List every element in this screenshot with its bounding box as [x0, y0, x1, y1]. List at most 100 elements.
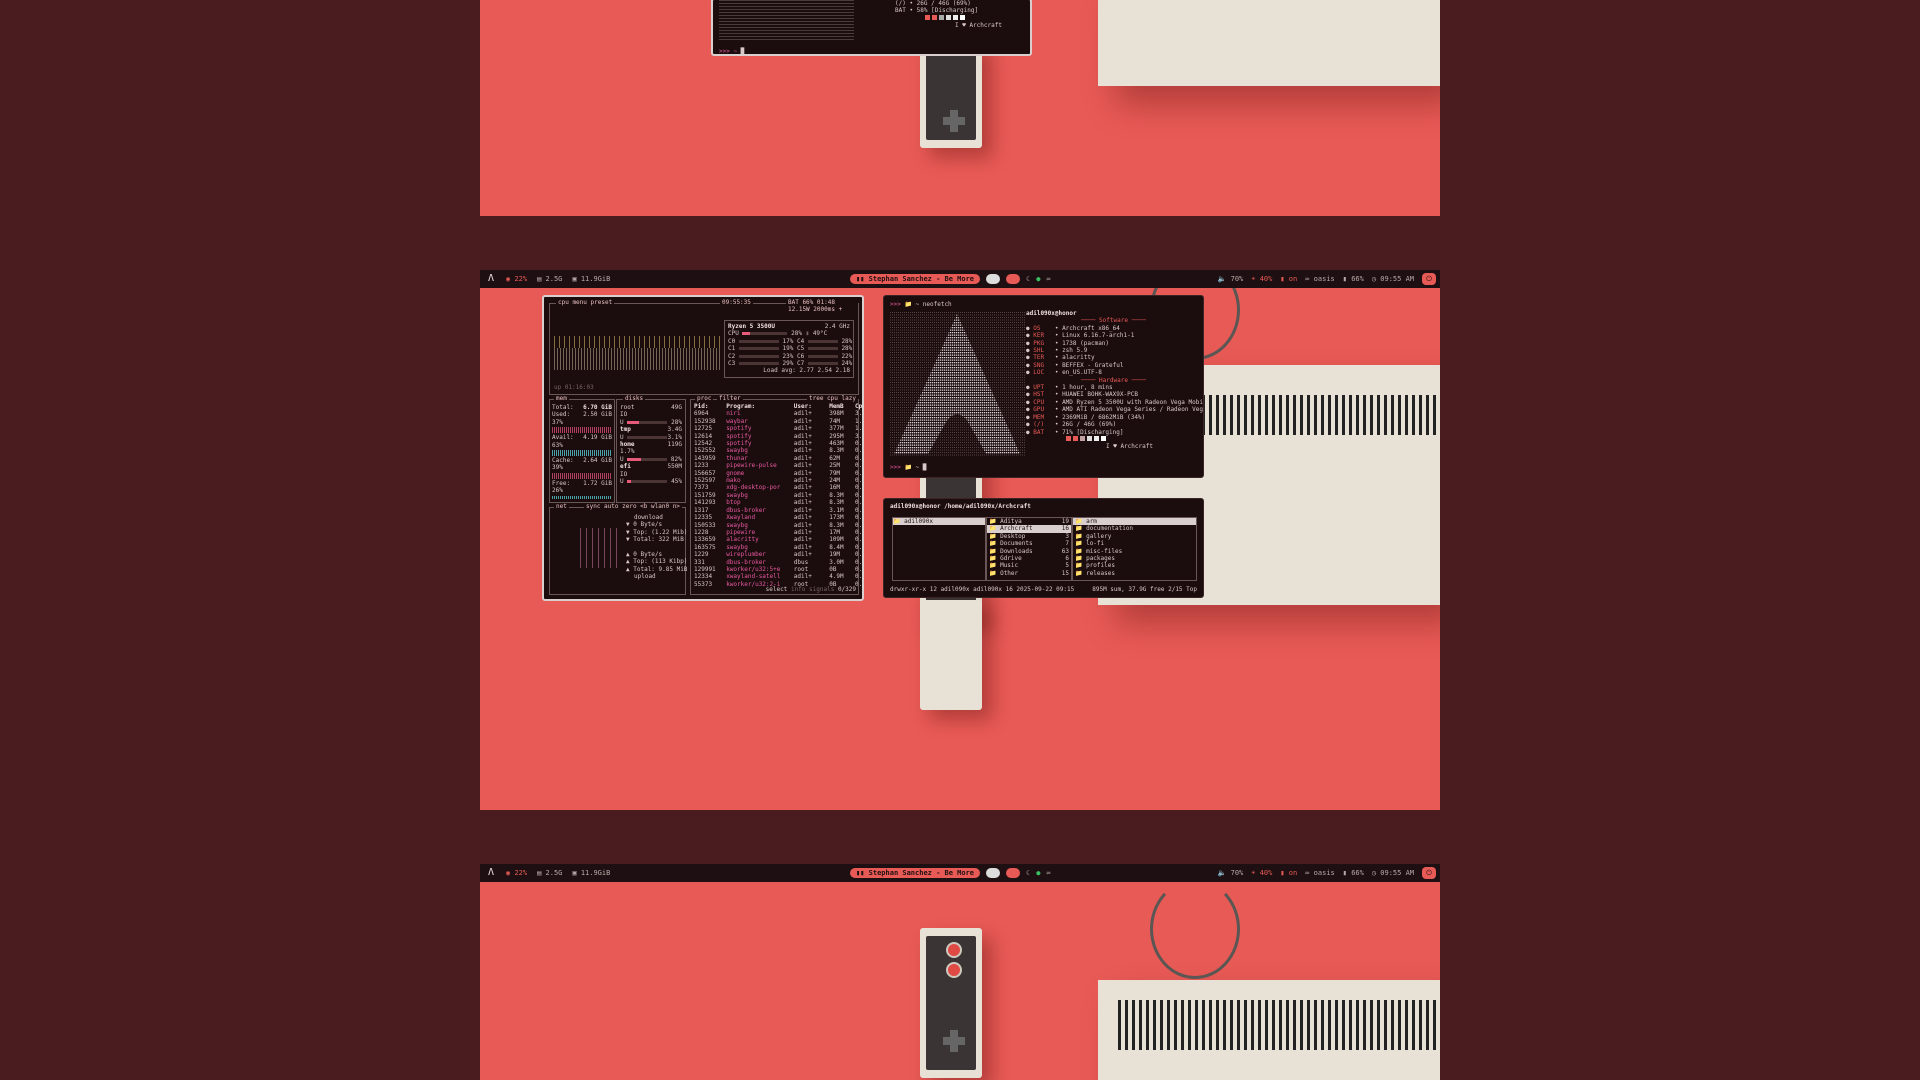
cpu-graph	[554, 348, 720, 370]
table-row[interactable]: 331dbus-brokerdbus3.0M0.0	[694, 559, 862, 566]
power-icon[interactable]: ⏻	[1422, 273, 1436, 285]
volume-indicator[interactable]: 🔈 70%	[1218, 275, 1244, 283]
ranger-item[interactable]: 📁 Other 15	[987, 570, 1071, 577]
ranger-item[interactable]: 📁 gallery	[1073, 533, 1196, 540]
table-row[interactable]: 1228pipewireadil+17M0.0	[694, 529, 862, 536]
table-row[interactable]: 152938waybaradil+74M1.3	[694, 418, 862, 425]
prompt[interactable]: >>> ~ █	[719, 48, 744, 54]
archcraft-footer: I ♥ Archcraft	[955, 22, 1002, 30]
proc-column-header[interactable]: User:	[794, 403, 829, 410]
now-playing[interactable]: ▮▮ Stephan Sanchez - Be More	[850, 868, 981, 878]
table-row[interactable]: 163575swaybgadil+8.4M0.0	[694, 544, 862, 551]
btop-battery: BAT 66% 01:48 12.15W 2000ms +	[786, 299, 858, 313]
power-icon[interactable]: ⏻	[1422, 867, 1436, 879]
ascii-art	[719, 0, 854, 40]
ranger-status-right: 895M sum, 37.9G free 2/15 Top	[1092, 585, 1197, 593]
terminal-btop[interactable]: cpu menu preset 09:55:35 BAT 66% 01:48 1…	[542, 295, 864, 601]
cpu-indicator: ◉ 22%	[506, 275, 528, 283]
table-row[interactable]: 156657gnomeadil+79M0.0	[694, 470, 862, 477]
table-row[interactable]: 12335Xwaylandadil+173M0.1	[694, 514, 862, 521]
table-row[interactable]: 143959thunaradil+62M0.0	[694, 455, 862, 462]
process-table[interactable]: Pid:Program:User:MemBCpu% 6964niriadil+3…	[691, 400, 862, 588]
ranger-item[interactable]: 📁 lo-fi	[1073, 540, 1196, 547]
table-row[interactable]: 152552swaybgadil+8.3M0.0	[694, 447, 862, 454]
table-row[interactable]: 133659alacrittyadil+109M0.0	[694, 536, 862, 543]
btop-cpu-header[interactable]: cpu menu preset	[556, 299, 615, 306]
console-decoration	[1098, 980, 1440, 1080]
neofetch-command: ~ neofetch	[915, 301, 952, 308]
table-row[interactable]: 141293btopadil+8.3M0.1	[694, 499, 862, 506]
mic-indicator[interactable]: ▮ on	[1280, 275, 1297, 283]
btop-cpu-box: cpu menu preset 09:55:35 BAT 66% 01:48 1…	[549, 299, 859, 395]
ranger-item[interactable]: 📁 Downloads 63	[987, 548, 1071, 555]
neofetch-top-line2: BAT • 58% [Discharging]	[895, 7, 979, 15]
terminal-neofetch-top[interactable]: (/) • 26G / 46G (69%) BAT • 58% [Dischar…	[711, 0, 1032, 56]
table-row[interactable]: 1233pipewire-pulseadil+25M0.2	[694, 462, 862, 469]
net-tabs[interactable]: sync auto zero <b wlan0 n>	[584, 503, 682, 510]
btop-clock: 09:55:35	[720, 299, 753, 306]
ranger-item[interactable]: 📁 Music 5	[987, 562, 1071, 569]
table-row[interactable]: 12542spotifyadil+463M0.5	[694, 440, 862, 447]
table-row[interactable]: 7373xdg-desktop-poradil+16M0.0	[694, 484, 862, 491]
ranger-path: adil090x@honor /home/adil090x/Archcraft	[890, 503, 1031, 510]
ranger-item[interactable]: 📁 packages	[1073, 555, 1196, 562]
info-line: ● HST • HUAWEI BOHK-WAX9X-PCB	[1026, 391, 1138, 399]
table-row[interactable]: 6964niriadil+398M3.2	[694, 410, 862, 417]
btop-disks-box: disks root 49G IO U 28% tmp 3.4G U 3.1% ho…	[616, 395, 686, 503]
mem-indicator: ▣ 11.9GiB	[572, 275, 611, 283]
proc-column-header[interactable]: Program:	[726, 403, 794, 410]
ranger-item[interactable]: 📁 profiles	[1073, 562, 1196, 569]
info-line: ● KER • Linux 6.16.7-arch1-1	[1026, 332, 1135, 340]
ranger-parent-pane[interactable]: 📁 adil090x	[892, 517, 986, 581]
proc-column-header[interactable]: Pid:	[694, 403, 726, 410]
controller-decoration	[920, 40, 982, 148]
clock[interactable]: ◷ 09:55 AM	[1372, 275, 1414, 283]
info-line: ● OS • Archcraft x86_64	[1026, 324, 1120, 332]
table-row[interactable]: 12334xwayland-satelladil+4.9M0.1	[694, 573, 862, 580]
file-manager-ranger[interactable]: adil090x@honor /home/adil090x/Archcraft …	[883, 498, 1204, 598]
archcraft-logo-icon[interactable]: Λ	[484, 272, 498, 286]
arch-ascii-art	[890, 312, 1025, 457]
table-row[interactable]: 1317dbus-brokeradil+3.1M0.1	[694, 507, 862, 514]
table-row[interactable]: 152597makoadil+24M0.1	[694, 477, 862, 484]
ranger-item[interactable]: 📁 adil090x	[893, 518, 985, 526]
btop-mem-box: mem Total: 6.70 GiB Used: 2.50 GiB 37% A…	[549, 395, 615, 503]
status-dot-icon: ●	[1036, 275, 1041, 283]
moon-icon[interactable]: ☾	[1026, 275, 1030, 283]
now-playing[interactable]: ▮▮ Stephan Sanchez - Be More	[850, 274, 981, 284]
ranger-item[interactable]: 📁 Gdrive 6	[987, 555, 1071, 562]
ranger-current-pane[interactable]: 📁 Aditya 19 📁 Archcraft 16 📁 Desktop 3 📁 Docum…	[986, 517, 1072, 581]
ranger-item[interactable]: 📁 Aditya 19	[987, 518, 1071, 525]
wifi-indicator[interactable]: ≔ oasis	[1305, 275, 1335, 283]
ranger-preview-pane[interactable]: 📁 arm 📁 documentation 📁 gallery 📁 lo-fi 📁 mi…	[1072, 517, 1197, 581]
terminal-neofetch[interactable]: >>> 📁 ~ neofetch adil090x@honor ──── Sof…	[883, 295, 1204, 478]
proc-header[interactable]: Pid:Program:User:MemBCpu%	[694, 403, 862, 410]
table-row[interactable]: 1229wireplumberadil+19M0.4	[694, 551, 862, 558]
brightness-indicator[interactable]: ☀ 40%	[1251, 275, 1272, 283]
info-line: ● MEM • 2369MiB / 6862MiB (34%)	[1026, 413, 1146, 421]
table-row[interactable]: 12614spotifyadil+295M3.4	[694, 433, 862, 440]
ranger-item[interactable]: 📁 arm	[1073, 518, 1196, 526]
ranger-item[interactable]: 📁 Archcraft 16	[987, 525, 1071, 533]
table-row[interactable]: 129991kworker/u32:5+eroot0B0.1	[694, 566, 862, 573]
battery-indicator: ▮ 66%	[1342, 275, 1364, 283]
ranger-item[interactable]: 📁 Documents 7	[987, 540, 1071, 547]
btop-proc-box: proc filter tree cpu lazy Pid: Program: Us…	[690, 395, 862, 595]
workspace-2-indicator[interactable]	[1006, 274, 1021, 284]
user-host: adil090x@honor	[1026, 310, 1077, 317]
table-row[interactable]: 12725spotifyadil+377M1.3	[694, 425, 862, 432]
table-row[interactable]: 151759swaybgadil+8.3M0.0	[694, 492, 862, 499]
prompt-line[interactable]: >>> 📁 ~ █	[890, 464, 926, 471]
proc-column-header[interactable]: Cpu%	[855, 403, 862, 410]
ranger-item[interactable]: 📁 releases	[1073, 570, 1196, 577]
workspace-bottom: Λ ◉ 22% ▤ 2.5G ▣ 11.9GiB ▮▮ Stephan Sanc…	[480, 864, 1440, 1080]
proc-mode[interactable]: tree cpu lazy	[807, 395, 858, 402]
ranger-item[interactable]: 📁 Desktop 3	[987, 533, 1071, 540]
workspace-1-indicator[interactable]	[986, 274, 1001, 284]
ranger-item[interactable]: 📁 documentation	[1073, 525, 1196, 532]
proc-column-header[interactable]: MemB	[829, 403, 855, 410]
proc-filter[interactable]: filter	[717, 395, 743, 402]
table-row[interactable]: 150533swaybgadil+8.3M0.0	[694, 522, 862, 529]
ranger-item[interactable]: 📁 misc-files	[1073, 548, 1196, 555]
archcraft-logo-icon[interactable]: Λ	[484, 866, 498, 880]
